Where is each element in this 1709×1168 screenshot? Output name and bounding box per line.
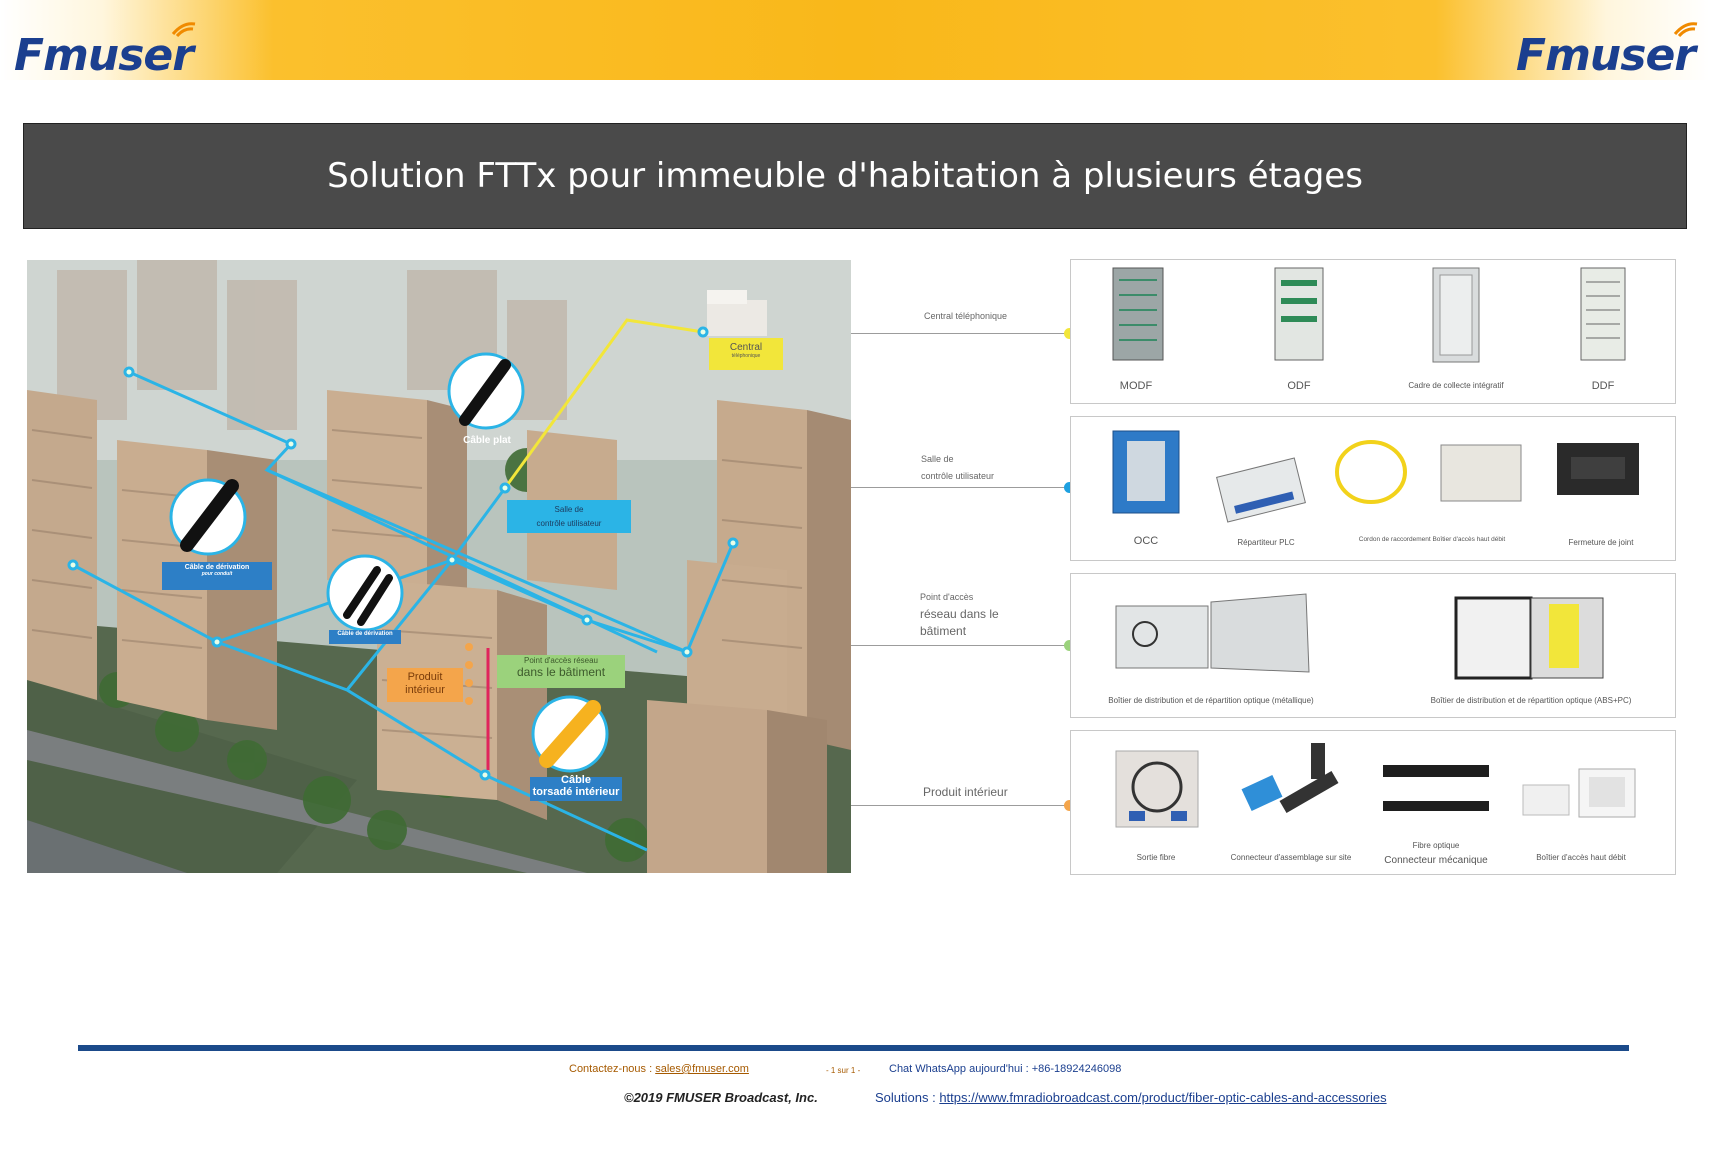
product-box-point-acces: Boîtier de distribution et de répartitio… xyxy=(1070,573,1676,718)
title-bar: Solution FTTx pour immeuble d'habitation… xyxy=(23,123,1687,229)
contact-email-link[interactable]: sales@fmuser.com xyxy=(655,1063,749,1075)
product-caption: Boîtier de distribution et de répartitio… xyxy=(1430,696,1632,705)
product-caption: Boîtier d'accès haut débit xyxy=(1536,853,1626,862)
product-caption: Répartiteur PLC xyxy=(1237,538,1295,547)
label-produit: Produit intérieur xyxy=(405,671,445,696)
product-caption: Fermeture de joint xyxy=(1568,538,1634,547)
signal-waves-icon xyxy=(171,22,196,38)
product-caption: Cadre de collecte intégratif xyxy=(1408,381,1504,390)
torsade-callout xyxy=(531,695,609,773)
connector-line xyxy=(851,333,1070,334)
product-caption: ODF xyxy=(1287,380,1311,392)
product-caption: Connecteur d'assemblage sur site xyxy=(1230,853,1352,862)
product-caption: OCC xyxy=(1133,535,1159,547)
label-salle: Salle de contrôle utilisateur xyxy=(536,505,602,528)
row-label: Point d'accès réseau dans le bâtiment xyxy=(920,592,999,638)
header-band xyxy=(0,0,1709,80)
signal-waves-icon xyxy=(1673,22,1698,38)
label-point-acces: Point d'accès réseau dans le bâtiment xyxy=(516,656,606,679)
footer-whatsapp: Chat WhatsApp aujourd'hui : +86-18924246… xyxy=(889,1063,1122,1075)
connector-line xyxy=(851,805,1070,806)
connector-line xyxy=(851,645,1070,646)
row-label: Central téléphonique xyxy=(924,311,1008,321)
footer-contact: Contactez-nous : sales@fmuser.com xyxy=(569,1063,749,1075)
row-label: Salle de contrôle utilisateur xyxy=(921,454,995,481)
footer-solutions: Solutions : https://www.fmradiobroadcast… xyxy=(875,1090,1387,1105)
footer-copyright: ©2019 FMUSER Broadcast, Inc. xyxy=(624,1090,818,1105)
product-box-salle: OCC Répartiteur PLC Cordon de raccordeme… xyxy=(1070,416,1676,561)
label-cable-plat: Câble plat xyxy=(463,435,511,446)
aerial-diagram: Central téléphonique Câble plat Salle de… xyxy=(27,260,851,873)
label-derivation-conduit: Câble de dérivation pour conduit xyxy=(184,564,250,577)
product-box-central: MODF ODF Cadre de collecte intégratif DD… xyxy=(1070,259,1676,404)
label-derivation: Câble de dérivation xyxy=(337,631,393,637)
cable-plat-callout xyxy=(447,352,525,430)
page-title: Solution FTTx pour immeuble d'habitation… xyxy=(327,156,1363,196)
label-torsade: Câble torsadé intérieur xyxy=(532,774,620,798)
product-caption: DDF xyxy=(1591,380,1615,392)
label-central: Central téléphonique xyxy=(729,342,763,359)
footer-page-number: - 1 sur 1 - xyxy=(826,1066,861,1075)
product-caption: Fibre optique xyxy=(1412,841,1460,850)
product-caption: Connecteur mécanique xyxy=(1384,855,1488,866)
product-caption: Sortie fibre xyxy=(1136,853,1176,862)
footer-rule xyxy=(78,1045,1629,1051)
product-box-produit: Sortie fibre Connecteur d'assemblage sur… xyxy=(1070,730,1676,875)
solutions-link[interactable]: https://www.fmradiobroadcast.com/product… xyxy=(939,1090,1386,1105)
connector-line xyxy=(851,487,1070,488)
product-caption: Cordon de raccordement Boîtier d'accès h… xyxy=(1358,536,1506,543)
product-caption: MODF xyxy=(1119,380,1153,392)
row-label: Produit intérieur xyxy=(923,785,1008,799)
product-caption: Boîtier de distribution et de répartitio… xyxy=(1108,696,1314,705)
page: Fmuser Fmuser Solution FTTx pour immeubl… xyxy=(0,0,1709,1168)
derivation-conduit-callout xyxy=(169,478,247,556)
derivation-callout xyxy=(326,554,404,632)
logo-left: Fmuser xyxy=(14,22,196,81)
logo-right: Fmuser xyxy=(1516,22,1698,81)
